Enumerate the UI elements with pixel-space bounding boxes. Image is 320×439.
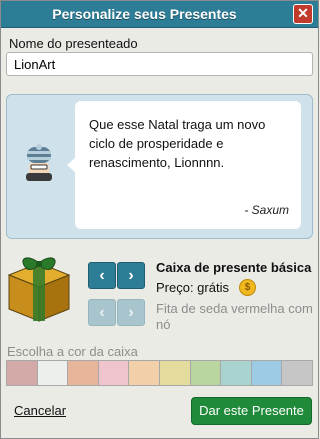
close-button[interactable]: ✕ bbox=[293, 4, 313, 24]
color-swatch-5[interactable] bbox=[129, 361, 160, 385]
color-swatch-row bbox=[6, 360, 313, 386]
recipient-input[interactable] bbox=[6, 52, 313, 76]
box-next-button[interactable]: › bbox=[117, 262, 145, 289]
color-swatch-9[interactable] bbox=[251, 361, 283, 385]
ribbon-name: Fita de seda vermelha com nó bbox=[156, 301, 313, 332]
color-swatch-4[interactable] bbox=[98, 361, 130, 385]
credit-coin-icon: $ bbox=[239, 279, 256, 296]
title-bar[interactable]: Personalize seus Presentes ✕ bbox=[1, 1, 318, 28]
gift-box-image bbox=[7, 257, 71, 322]
color-swatch-7[interactable] bbox=[190, 361, 222, 385]
message-card: Que esse Natal traga um novo ciclo de pr… bbox=[6, 94, 313, 239]
ribbon-prev-button[interactable]: ‹ bbox=[88, 299, 116, 326]
message-text[interactable]: Que esse Natal traga um novo ciclo de pr… bbox=[89, 115, 289, 172]
color-swatch-3[interactable] bbox=[68, 361, 99, 385]
give-gift-button[interactable]: Dar este Presente bbox=[191, 397, 312, 425]
color-swatch-1[interactable] bbox=[7, 361, 38, 385]
color-swatch-6[interactable] bbox=[159, 361, 191, 385]
box-name: Caixa de presente básica bbox=[156, 260, 312, 275]
ribbon-next-button[interactable]: › bbox=[117, 299, 145, 326]
box-prev-button[interactable]: ‹ bbox=[88, 262, 116, 289]
color-swatch-10[interactable] bbox=[282, 361, 312, 385]
message-bubble[interactable]: Que esse Natal traga um novo ciclo de pr… bbox=[67, 101, 301, 229]
box-price: Preço: grátis bbox=[156, 280, 229, 295]
gift-personalize-window: Personalize seus Presentes ✕ Nome do pre… bbox=[0, 0, 319, 439]
color-picker-label: Escolha a cor da caixa bbox=[7, 344, 138, 359]
color-swatch-2[interactable] bbox=[37, 361, 69, 385]
message-signature: - Saxum bbox=[244, 203, 289, 217]
window-title: Personalize seus Presentes bbox=[52, 6, 237, 22]
recipient-label: Nome do presenteado bbox=[9, 36, 138, 51]
beanie-avatar-icon bbox=[26, 144, 52, 181]
color-swatch-8[interactable] bbox=[221, 361, 252, 385]
cancel-link[interactable]: Cancelar bbox=[14, 403, 66, 418]
